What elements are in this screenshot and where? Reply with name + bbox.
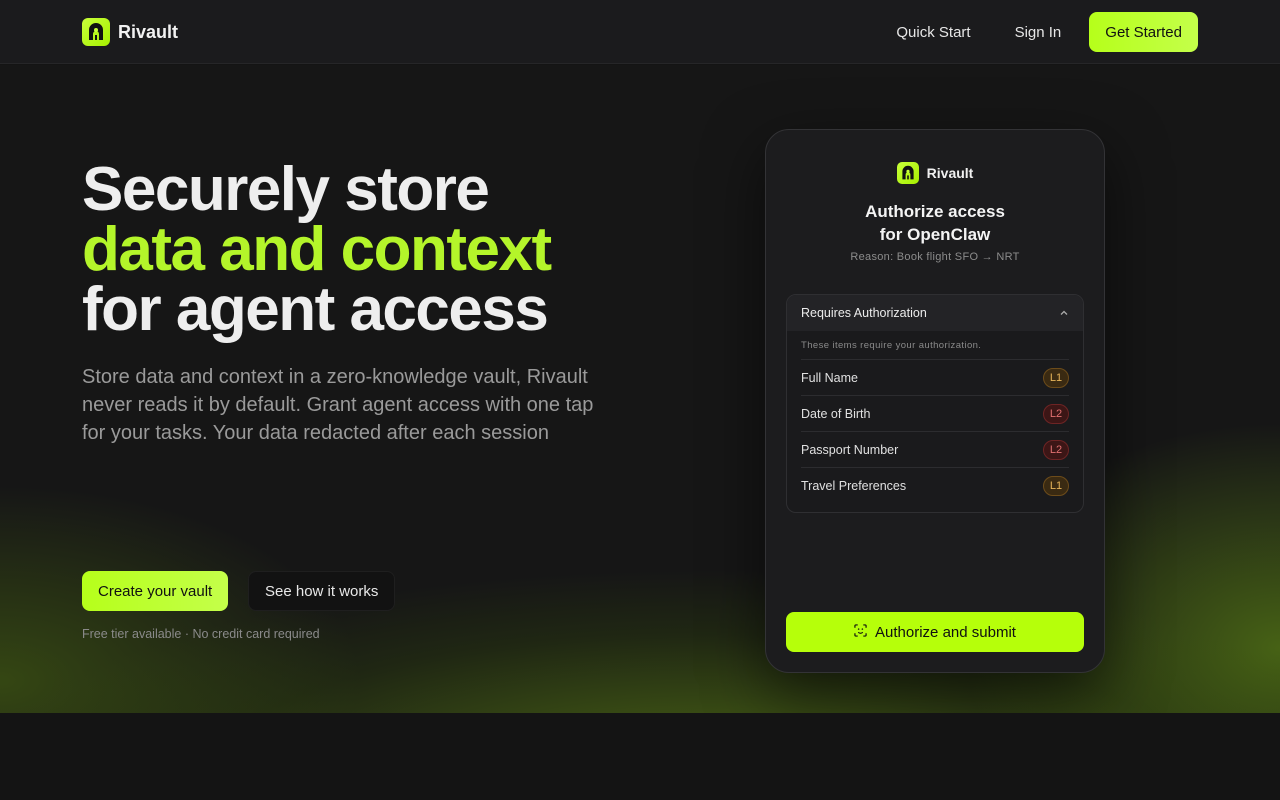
list-item: Travel Preferences L1 [801,467,1069,503]
authorize-submit-label: Authorize and submit [875,623,1016,641]
item-label: Date of Birth [801,406,871,421]
card-title-line-2: for OpenClaw [879,225,991,244]
authorize-submit-button[interactable]: Authorize and submit [786,612,1084,652]
card-reason: Reason: Book flight SFO → NRT [850,251,1020,263]
nav: Quick Start Sign In Get Started [874,12,1198,52]
nav-quick-start[interactable]: Quick Start [874,12,992,52]
list-item: Full Name L1 [801,359,1069,395]
get-started-button[interactable]: Get Started [1089,12,1198,52]
item-label: Full Name [801,370,858,385]
top-navbar: Rivault Quick Start Sign In Get Started [0,0,1280,64]
item-label: Passport Number [801,442,899,457]
create-vault-button[interactable]: Create your vault [82,571,229,611]
list-item: Passport Number L2 [801,431,1069,467]
headline-line-1: Securely store [82,155,490,224]
panel-header[interactable]: Requires Authorization [787,295,1083,331]
hero-headline: Securely store data and context for agen… [82,155,552,344]
card-title: Authorize access for OpenClaw [766,200,1104,246]
panel-title: Requires Authorization [801,306,927,320]
level-badge: L1 [1043,367,1069,388]
level-badge: L2 [1043,403,1069,424]
rivault-logo-icon [896,162,919,184]
authorization-card: Rivault Authorize access for OpenClaw Re… [765,129,1105,673]
card-brand-name: Rivault [926,165,974,181]
fine-print: Free tier available · No credit card req… [82,627,320,641]
card-brand: Rivault [766,162,1104,184]
rivault-logo-icon [82,18,110,46]
brand-name: Rivault [118,21,179,42]
level-badge: L1 [1043,475,1069,496]
hero-section: Securely store data and context for agen… [0,65,1280,713]
headline-line-3: for agent access [82,275,549,344]
face-scan-icon [854,623,867,641]
headline-line-2: data and context [82,215,552,284]
level-badge: L2 [1043,439,1069,460]
chevron-up-icon[interactable] [1059,308,1069,318]
item-list: Full Name L1 Date of Birth L2 Passport N… [787,359,1083,503]
authorization-panel: Requires Authorization These items requi… [786,294,1084,513]
item-label: Travel Preferences [801,478,907,493]
see-how-it-works-button[interactable]: See how it works [248,571,396,611]
brand[interactable]: Rivault [82,18,178,46]
list-item: Date of Birth L2 [801,395,1069,431]
panel-note: These items require your authorization. [801,340,982,351]
card-title-line-1: Authorize access [865,202,1005,221]
hero-subtext: Store data and context in a zero-knowled… [82,366,594,444]
nav-sign-in[interactable]: Sign In [993,12,1084,52]
